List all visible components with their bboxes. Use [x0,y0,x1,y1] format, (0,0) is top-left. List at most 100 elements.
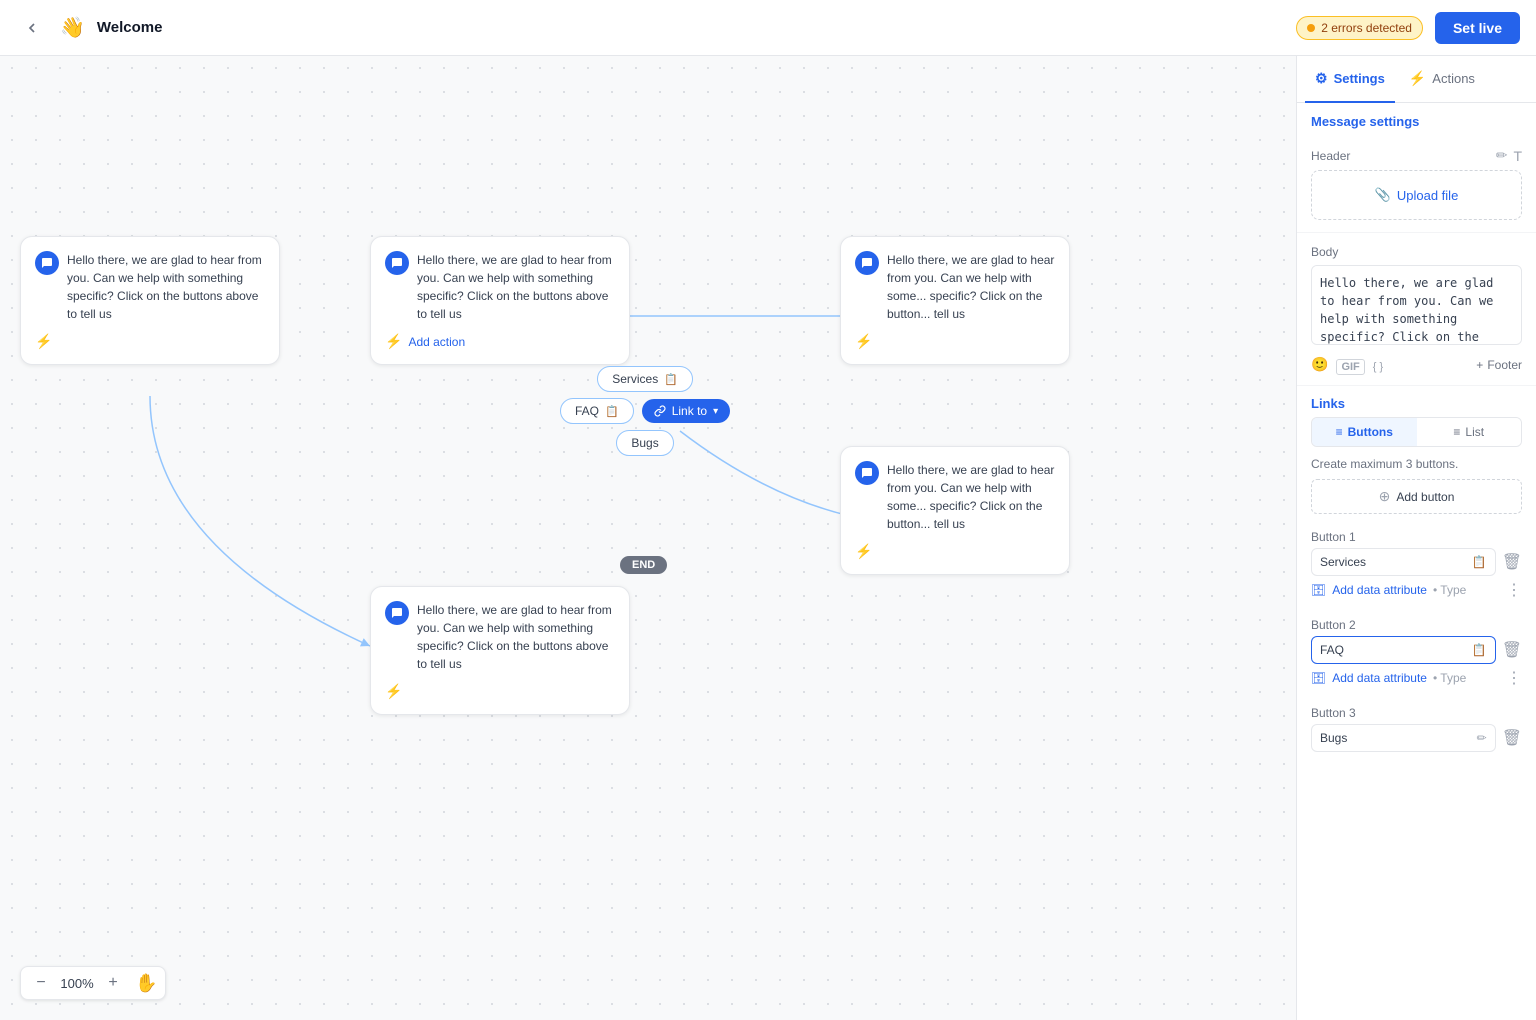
add-button-row[interactable]: ⊕ Add button [1311,479,1522,514]
button-1-item: Button 1 Services 📋 🗑 🗄 Add data attribu… [1297,524,1536,612]
toggle-list-btn[interactable]: ≡ List [1417,418,1522,446]
button-2-item: Button 2 FAQ 📋 🗑 🗄 Add data attribute • … [1297,612,1536,700]
button-3-value: Bugs [1320,731,1347,745]
add-data-text-1[interactable]: Add data attribute [1332,583,1427,597]
header-label-icons: ✏ T [1496,147,1522,164]
services-label: Services [612,372,658,386]
node-3-icon [855,251,879,275]
header-section: Header ✏ T 📎 Upload file [1297,135,1536,233]
links-title: Links [1297,386,1536,417]
link-to-label: Link to [672,404,707,418]
button-3-input[interactable]: Bugs ✏ [1311,724,1496,752]
node-4[interactable]: Hello there, we are glad to hear from yo… [840,446,1070,575]
body-section: Body Hello there, we are glad to hear fr… [1297,233,1536,386]
node-4-text: Hello there, we are glad to hear from yo… [887,461,1055,533]
link-to-button[interactable]: Link to ▾ [642,399,730,423]
button-1-icon: 📋 [1472,555,1487,569]
button-2-delete[interactable]: 🗑 [1502,640,1522,660]
button-1-label: Button 1 [1311,530,1522,544]
button-1-data-attr: 🗄 Add data attribute • Type ⋮ [1311,576,1522,606]
errors-text: 2 errors detected [1321,21,1412,35]
gif-button[interactable]: 🙂 [1311,356,1328,373]
node-3-text: Hello there, we are glad to hear from yo… [887,251,1055,323]
button-2-data-attr: 🗄 Add data attribute • Type ⋮ [1311,664,1522,694]
faq-flow-btn[interactable]: FAQ 📋 [560,398,634,424]
node-4-icon [855,461,879,485]
more-button-1[interactable]: ⋮ [1506,580,1522,600]
tab-actions[interactable]: ⚡ Actions [1399,56,1485,103]
flow-buttons-group: Services 📋 FAQ 📋 Link to ▾ Bugs [560,366,730,456]
node-1-text: Hello there, we are glad to hear from yo… [67,251,265,323]
set-live-button[interactable]: Set live [1435,12,1520,44]
zoom-out-button[interactable]: − [29,971,53,995]
button-2-input-row: FAQ 📋 🗑 [1311,636,1522,664]
services-icon: 📋 [664,373,678,386]
body-textarea[interactable]: Hello there, we are glad to hear from yo… [1311,265,1522,345]
paperclip-icon: 📎 [1375,187,1391,203]
hand-tool-button[interactable]: ✋ [135,973,157,994]
body-label: Body [1311,245,1522,259]
node-2-action-icon: ⚡ [385,333,402,350]
button-2-input[interactable]: FAQ 📋 [1311,636,1496,664]
button-3-icon: ✏ [1477,731,1487,745]
errors-badge: 2 errors detected [1296,16,1423,40]
text-icon-button[interactable]: T [1513,147,1522,164]
add-circle-icon: ⊕ [1379,488,1391,505]
node-2-icon [385,251,409,275]
node-5-action-icon: ⚡ [385,683,402,700]
footer-label: Footer [1487,358,1522,372]
bugs-flow-btn[interactable]: Bugs [616,430,673,456]
node-5-text: Hello there, we are glad to hear from yo… [417,601,615,673]
settings-tab-icon: ⚙ [1315,70,1328,87]
node-5[interactable]: Hello there, we are glad to hear from yo… [370,586,630,715]
add-data-text-2[interactable]: Add data attribute [1332,671,1427,685]
create-max-text: Create maximum 3 buttons. [1297,457,1536,479]
plus-icon: + [1476,358,1483,372]
button-3-label: Button 3 [1311,706,1522,720]
toggle-group: ≡ Buttons ≡ List [1311,417,1522,447]
zoom-level: 100% [59,976,95,991]
code-button[interactable]: { } [1373,357,1383,373]
button-3-item: Button 3 Bugs ✏ 🗑 [1297,700,1536,758]
node-2[interactable]: Hello there, we are glad to hear from yo… [370,236,630,365]
back-button[interactable] [16,12,48,44]
node-1-action-icon: ⚡ [35,333,52,350]
toggle-buttons-btn[interactable]: ≡ Buttons [1312,418,1417,446]
button-3-delete[interactable]: 🗑 [1502,728,1522,748]
add-button-label: Add button [1396,490,1454,504]
body-actions: 🙂 GIF { } + Footer [1311,356,1522,373]
canvas[interactable]: Hello there, we are glad to hear from yo… [0,56,1296,1020]
node-1[interactable]: Hello there, we are glad to hear from yo… [20,236,280,365]
node-5-icon [385,601,409,625]
services-flow-btn[interactable]: Services 📋 [597,366,693,392]
button-1-delete[interactable]: 🗑 [1502,552,1522,572]
button-1-input[interactable]: Services 📋 [1311,548,1496,576]
actions-tab-label: Actions [1432,71,1475,86]
data-type-1: • Type [1433,583,1466,597]
zoom-controls: − 100% + ✋ [20,966,166,1000]
right-panel: ⚙ Settings ⚡ Actions Message settings He… [1296,56,1536,1020]
button-3-input-row: Bugs ✏ 🗑 [1311,724,1522,752]
tab-settings[interactable]: ⚙ Settings [1305,56,1395,103]
button-2-icon: 📋 [1472,643,1487,657]
upload-area[interactable]: 📎 Upload file [1311,170,1522,220]
message-settings-title: Message settings [1297,103,1536,135]
footer-button[interactable]: + Footer [1476,358,1522,372]
node-4-action-icon: ⚡ [855,543,872,560]
panel-tabs: ⚙ Settings ⚡ Actions [1297,56,1536,103]
code-icon: { } [1373,361,1383,373]
end-badge: END [620,556,667,574]
list-toggle-icon: ≡ [1453,425,1460,439]
canvas-connections [0,56,1296,1020]
add-action-button[interactable]: Add action [408,335,465,349]
button-2-label: Button 2 [1311,618,1522,632]
gif-label-button[interactable]: GIF [1336,357,1364,373]
gif-text: GIF [1336,359,1364,375]
page-title: Welcome [97,19,1284,36]
upload-label: Upload file [1397,188,1458,203]
zoom-in-button[interactable]: + [101,971,125,995]
node-3[interactable]: Hello there, we are glad to hear from yo… [840,236,1070,365]
more-button-2[interactable]: ⋮ [1506,668,1522,688]
faq-icon: 📋 [605,405,619,418]
edit-icon-button[interactable]: ✏ [1496,147,1508,164]
